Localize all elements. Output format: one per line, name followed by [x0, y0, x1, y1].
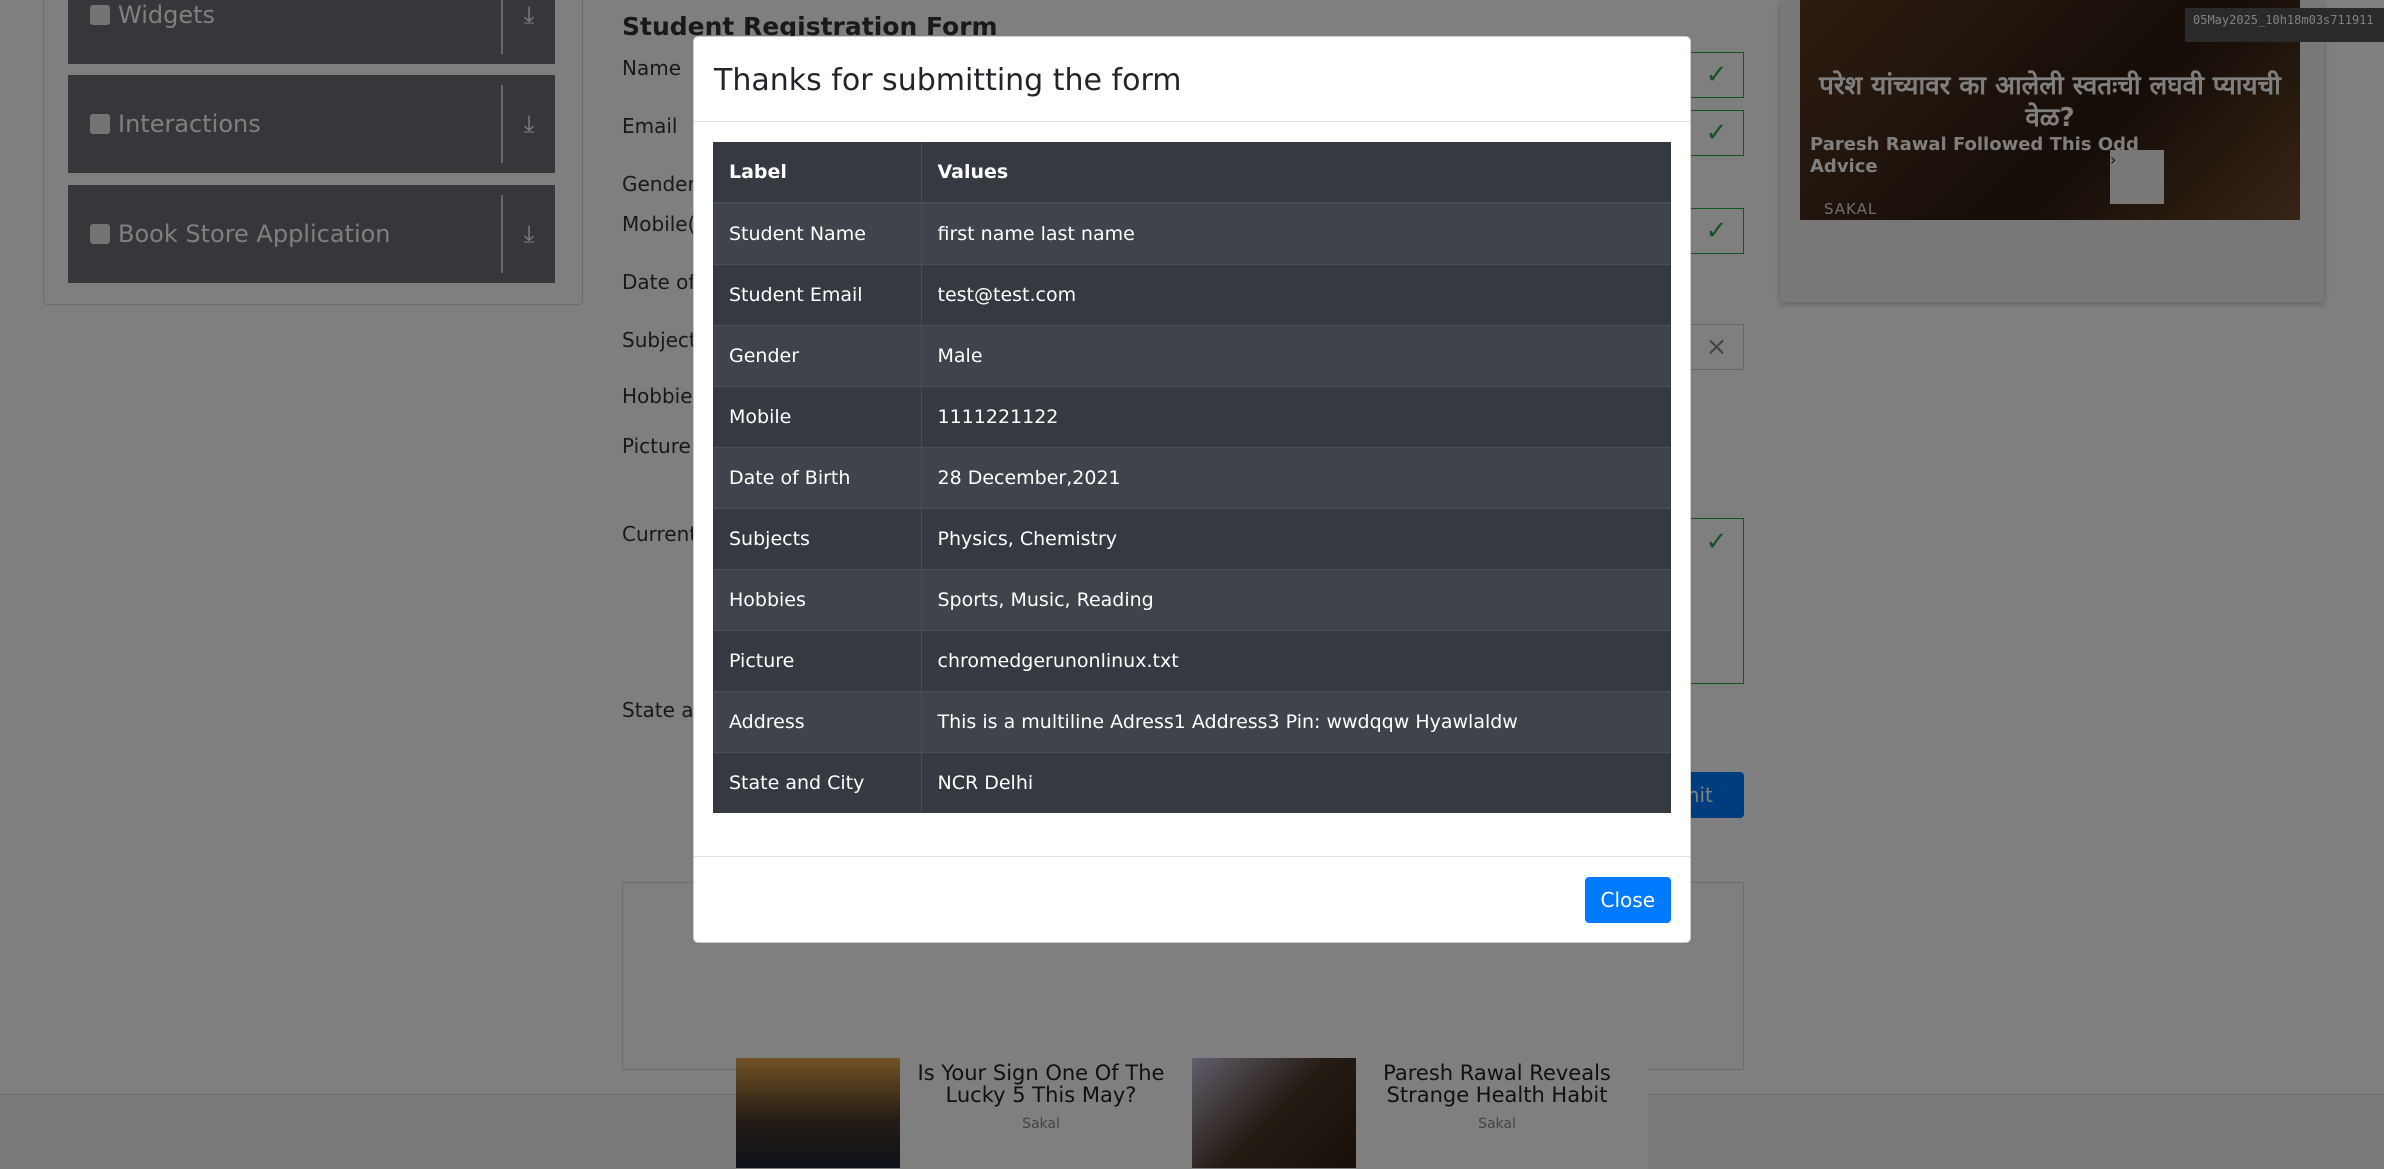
column-header-values: Values [921, 142, 1671, 204]
row-label: Student Name [713, 202, 922, 264]
modal-header: Thanks for submitting the form [694, 37, 1690, 122]
row-value: test@test.com [921, 263, 1671, 325]
row-label: Subjects [713, 507, 922, 569]
submission-modal: Thanks for submitting the form Label Val… [693, 36, 1691, 943]
row-label: Gender [713, 324, 922, 386]
row-label: Student Email [713, 263, 922, 325]
modal-footer: Close [694, 856, 1690, 942]
row-value: first name last name [921, 202, 1671, 264]
row-value: chromedgerunonlinux.txt [921, 629, 1671, 691]
table-row: Address This is a multiline Adress1 Addr… [713, 690, 1671, 752]
column-header-label: Label [713, 142, 922, 204]
row-label: Address [713, 690, 922, 752]
table-row: Subjects Physics, Chemistry [713, 507, 1671, 569]
table-row: Hobbies Sports, Music, Reading [713, 568, 1671, 630]
table-row: Student Email test@test.com [713, 263, 1671, 325]
table-row: Student Name first name last name [713, 202, 1671, 264]
table-row: Mobile 1111221122 [713, 385, 1671, 447]
close-button[interactable]: Close [1584, 877, 1671, 923]
row-label: Picture [713, 629, 922, 691]
row-value: Male [921, 324, 1671, 386]
row-value: NCR Delhi [921, 751, 1671, 813]
table-row: Gender Male [713, 324, 1671, 386]
row-value: This is a multiline Adress1 Address3 Pin… [921, 690, 1671, 752]
result-table: Label Values Student Name first name las… [713, 142, 1671, 813]
row-value: 1111221122 [921, 385, 1671, 447]
row-label: Mobile [713, 385, 922, 447]
row-value: 28 December,2021 [921, 446, 1671, 508]
row-value: Sports, Music, Reading [921, 568, 1671, 630]
table-row: Picture chromedgerunonlinux.txt [713, 629, 1671, 691]
row-label: Date of Birth [713, 446, 922, 508]
modal-title: Thanks for submitting the form [714, 63, 1182, 98]
table-row: Date of Birth 28 December,2021 [713, 446, 1671, 508]
table-row: State and City NCR Delhi [713, 751, 1671, 813]
row-label: Hobbies [713, 568, 922, 630]
table-header-row: Label Values [713, 142, 1671, 204]
row-label: State and City [713, 751, 922, 813]
modal-body: Label Values Student Name first name las… [694, 122, 1690, 833]
row-value: Physics, Chemistry [921, 507, 1671, 569]
